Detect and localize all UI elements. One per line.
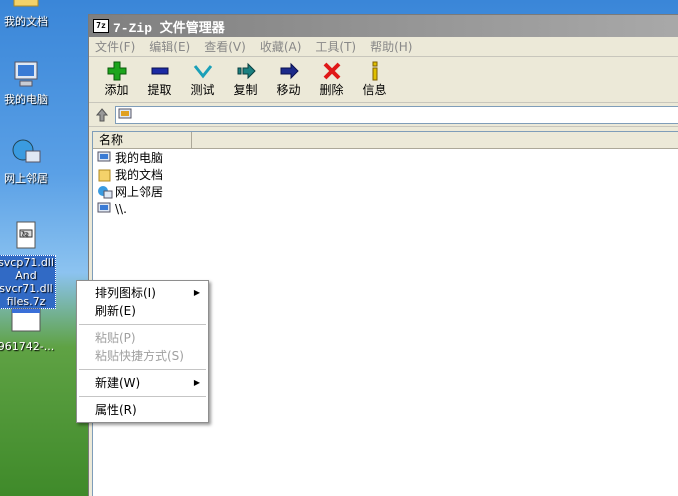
extract-label: 提取 (147, 83, 172, 97)
7zip-window: 7z 7-Zip 文件管理器 文件(F) 编辑(E) 查看(V) 收藏(A) 工… (88, 14, 678, 496)
menu-item-label: 新建(W) (95, 376, 141, 390)
desktop-icon-label: 961742-... (0, 340, 55, 353)
add-button[interactable]: 添加 (95, 61, 138, 102)
address-input[interactable] (115, 105, 678, 124)
menu-item-properties[interactable]: 属性(R) (77, 401, 208, 419)
copy-label: 复制 (233, 83, 258, 97)
info-icon (353, 61, 396, 81)
desktop-icon-label: svcp71.dll And svcr71.dll files.7z (0, 255, 56, 309)
test-icon (181, 61, 224, 81)
move-label: 移动 (276, 83, 301, 97)
submenu-arrow-icon: ▶ (193, 288, 200, 297)
menu-file[interactable]: 文件(F) (95, 38, 135, 55)
list-item[interactable]: 我的文档 (93, 166, 678, 183)
context-menu: 排列图标(I) ▶ 刷新(E) 粘贴(P) 粘贴快捷方式(S) 新建(W) ▶ … (76, 280, 209, 423)
list-item[interactable]: 网上邻居 (93, 183, 678, 200)
computer-icon (97, 202, 111, 212)
desktop-icon-label: 网上邻居 (4, 172, 48, 185)
computer-icon (97, 151, 111, 161)
test-label: 测试 (190, 83, 215, 97)
copy-button[interactable]: 复制 (224, 61, 267, 102)
folder-icon (10, 0, 42, 12)
menu-bar: 文件(F) 编辑(E) 查看(V) 收藏(A) 工具(T) 帮助(H) (89, 37, 678, 57)
add-icon (95, 61, 138, 81)
test-button[interactable]: 测试 (181, 61, 224, 102)
desktop-icon-file[interactable]: 961742-... (0, 305, 56, 353)
extract-icon (138, 61, 181, 81)
7zip-app-icon: 7z (93, 19, 109, 33)
archive-file-icon: 7z (10, 220, 42, 252)
menu-item-label: 属性(R) (95, 403, 137, 417)
column-header: 名称 (93, 132, 678, 149)
info-label: 信息 (362, 83, 387, 97)
info-button[interactable]: 信息 (353, 61, 396, 102)
menu-edit[interactable]: 编辑(E) (149, 38, 190, 55)
desktop-icon-my-documents[interactable]: 我的文档 (0, 0, 56, 28)
add-label: 添加 (104, 83, 129, 97)
move-icon (267, 61, 310, 81)
menu-help[interactable]: 帮助(H) (370, 38, 412, 55)
up-folder-icon[interactable] (93, 106, 111, 124)
list-item[interactable]: 我的电脑 (93, 149, 678, 166)
documents-icon (98, 169, 111, 181)
column-empty (192, 132, 678, 148)
menu-item-label: 粘贴快捷方式(S) (95, 349, 184, 363)
delete-button[interactable]: 删除 (310, 61, 353, 102)
menu-item-refresh[interactable]: 刷新(E) (77, 302, 208, 320)
extract-button[interactable]: 提取 (138, 61, 181, 102)
menu-item-label: 粘贴(P) (95, 331, 136, 345)
list-item-name: 我的文档 (115, 168, 164, 182)
menu-tools[interactable]: 工具(T) (315, 38, 356, 55)
copy-icon (224, 61, 267, 81)
desktop-icon-label: 我的电脑 (4, 93, 48, 106)
list-item-name: 我的电脑 (115, 151, 164, 165)
desktop-icon-label: 我的文档 (4, 15, 48, 28)
network-icon (10, 137, 42, 169)
toolbar: 添加 提取 测试 复制 移动 删除 信息 (89, 57, 678, 103)
computer-icon (10, 58, 42, 90)
menu-item-arrange-icons[interactable]: 排列图标(I) ▶ (77, 284, 208, 302)
menu-separator (79, 396, 206, 397)
computer-icon (118, 108, 132, 118)
list-item[interactable]: \\. (93, 200, 678, 217)
menu-item-paste-shortcut: 粘贴快捷方式(S) (77, 347, 208, 365)
svg-text:7z: 7z (21, 231, 29, 238)
submenu-arrow-icon: ▶ (193, 378, 200, 387)
move-button[interactable]: 移动 (267, 61, 310, 102)
title-bar[interactable]: 7z 7-Zip 文件管理器 (89, 15, 678, 37)
menu-separator (79, 324, 206, 325)
desktop-icon-network[interactable]: 网上邻居 (0, 137, 56, 185)
column-name[interactable]: 名称 (93, 132, 192, 148)
window-file-icon (10, 305, 42, 337)
list-item-name: 网上邻居 (115, 185, 164, 199)
menu-separator (79, 369, 206, 370)
delete-icon (310, 61, 353, 81)
list-item-name: \\. (115, 201, 127, 216)
desktop-icon-7z-archive[interactable]: 7z svcp71.dll And svcr71.dll files.7z (0, 220, 56, 309)
menu-view[interactable]: 查看(V) (204, 38, 246, 55)
window-title: 7-Zip 文件管理器 (113, 20, 225, 36)
menu-favorites[interactable]: 收藏(A) (260, 38, 302, 55)
menu-item-new[interactable]: 新建(W) ▶ (77, 374, 208, 392)
menu-item-label: 刷新(E) (95, 304, 136, 318)
delete-label: 删除 (319, 83, 344, 97)
menu-item-label: 排列图标(I) (95, 286, 156, 300)
menu-item-paste: 粘贴(P) (77, 329, 208, 347)
address-bar (89, 103, 678, 127)
network-icon (98, 185, 113, 198)
desktop-icon-my-computer[interactable]: 我的电脑 (0, 58, 56, 106)
